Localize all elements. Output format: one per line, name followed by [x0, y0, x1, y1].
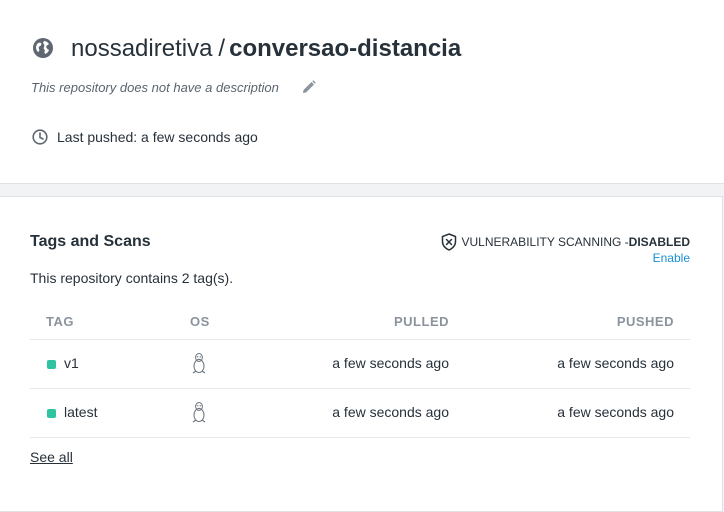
repo-namespace[interactable]: nossadiretiva: [71, 35, 212, 62]
pulled-time: a few seconds ago: [332, 404, 449, 420]
column-header-pushed[interactable]: PUSHED: [617, 314, 674, 329]
tag-name[interactable]: v1: [64, 355, 79, 371]
tag-count-text: This repository contains 2 tag(s).: [30, 270, 234, 286]
pencil-icon[interactable]: [302, 80, 316, 94]
column-header-pulled[interactable]: PULLED: [394, 314, 449, 329]
pushed-time: a few seconds ago: [557, 404, 674, 420]
tag-status-dot: [47, 360, 56, 369]
tag-status-dot: [47, 409, 56, 418]
globe-icon: [33, 38, 53, 58]
column-header-os: OS: [190, 314, 210, 329]
repo-description: This repository does not have a descript…: [31, 80, 279, 95]
repository-header: nossadiretiva / conversao-distancia This r…: [0, 0, 724, 184]
vulnerability-scanning-status: VULNERABILITY SCANNING - DISABLED: [441, 233, 690, 251]
enable-scanning-link[interactable]: Enable: [653, 251, 690, 265]
vuln-label: VULNERABILITY SCANNING -: [461, 235, 629, 249]
last-pushed-text: Last pushed: a few seconds ago: [57, 129, 258, 145]
tag-name[interactable]: latest: [64, 404, 97, 420]
linux-icon: [192, 353, 206, 374]
page-title: nossadiretiva / conversao-distancia: [71, 33, 461, 65]
shield-icon: [441, 233, 456, 251]
table-row: v1 a few seconds ago a few seconds ago: [30, 339, 690, 388]
vuln-status: DISABLED: [628, 235, 690, 249]
repo-separator: /: [218, 35, 226, 62]
clock-icon: [32, 129, 48, 145]
section-title: Tags and Scans: [30, 233, 151, 250]
linux-icon: [192, 402, 206, 423]
see-all-link[interactable]: See all: [30, 449, 73, 465]
table-row: latest a few seconds ago a few seconds a…: [30, 388, 690, 438]
column-header-tag[interactable]: TAG: [46, 314, 74, 329]
tags-and-scans-card: Tags and Scans VULNERABILITY SCANNING - …: [0, 196, 723, 512]
repo-name: conversao-distancia: [229, 35, 462, 62]
pushed-time: a few seconds ago: [557, 355, 674, 371]
pulled-time: a few seconds ago: [332, 355, 449, 371]
